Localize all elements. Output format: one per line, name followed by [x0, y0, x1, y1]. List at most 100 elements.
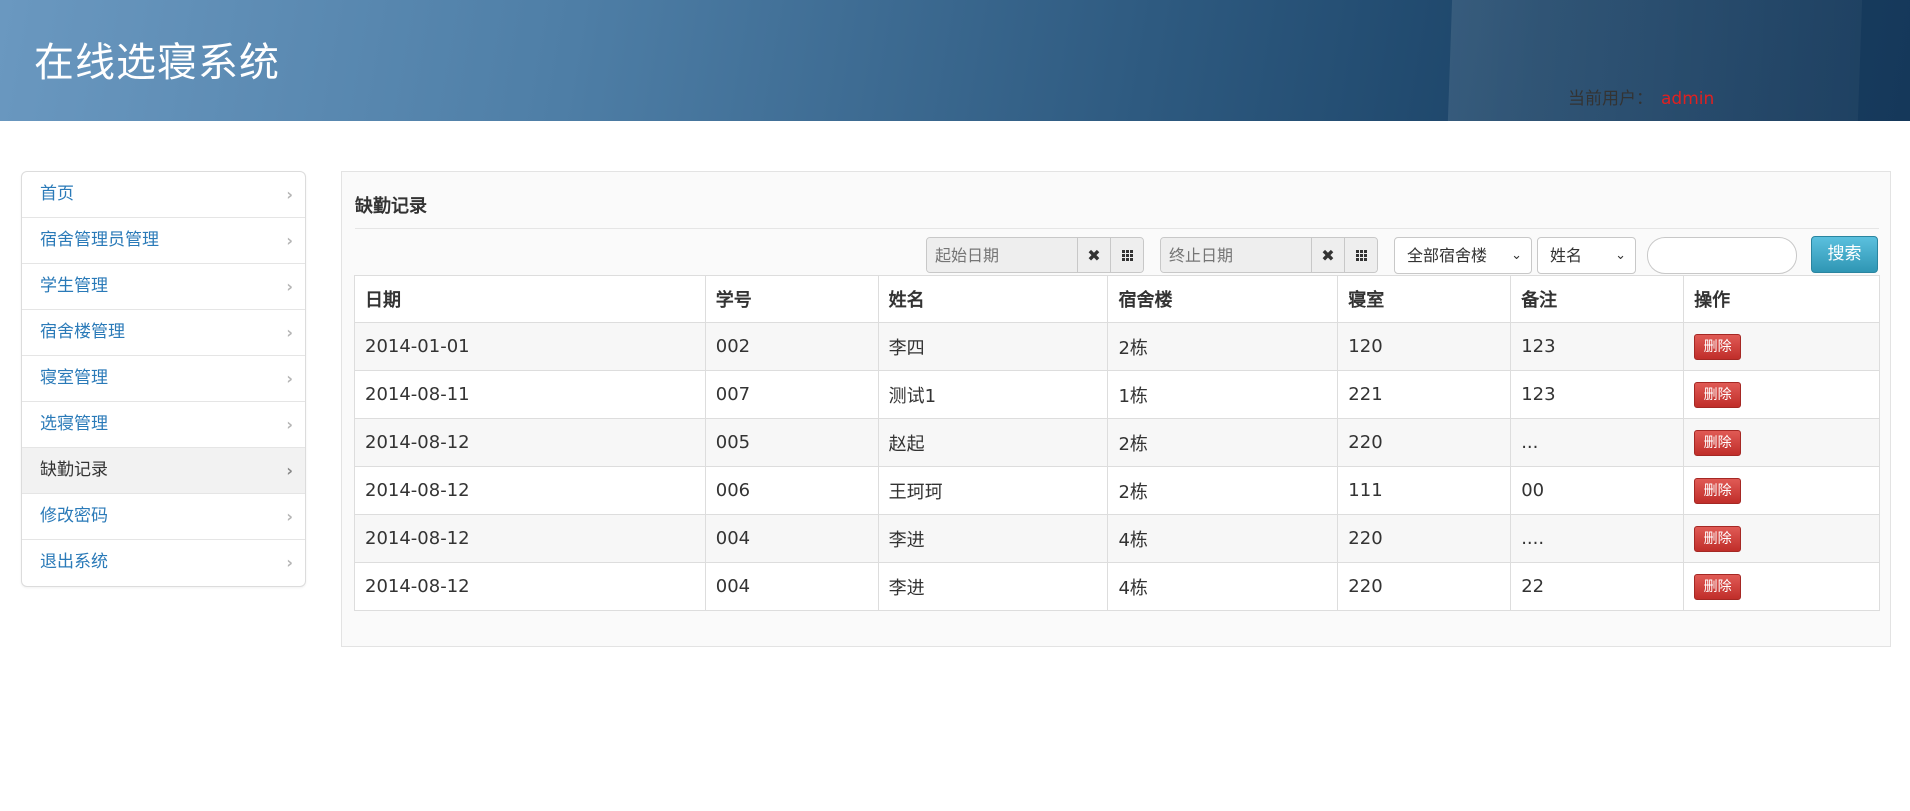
cell-room: 220 [1337, 514, 1511, 563]
sidebar-item-label: 修改密码 [40, 506, 108, 526]
sidebar-item-label: 宿舍管理员管理 [40, 230, 159, 250]
delete-button[interactable]: 删除 [1694, 333, 1742, 360]
cell-student-id: 004 [704, 562, 879, 611]
sidebar-item-home[interactable]: 首页 › [22, 172, 305, 218]
sidebar-item-room-selection[interactable]: 选寝管理 › [22, 402, 305, 448]
sidebar-item-buildings[interactable]: 宿舍楼管理 › [22, 310, 305, 356]
absence-panel: 缺勤记录 ✖ ✖ 全部宿舍楼 ⌄ 姓名 ⌄ 搜索 日期 学号 姓名 宿舍楼 寝室… [341, 171, 1891, 647]
sidebar-item-label: 退出系统 [40, 552, 108, 572]
cell-building: 2栋 [1107, 466, 1338, 515]
sidebar-item-dorm-admin[interactable]: 宿舍管理员管理 › [22, 218, 305, 264]
building-select[interactable]: 全部宿舍楼 ⌄ [1394, 237, 1532, 274]
sidebar-item-label: 缺勤记录 [40, 460, 108, 480]
search-button[interactable]: 搜索 [1811, 236, 1878, 273]
column-header: 日期 [354, 275, 706, 323]
chevron-right-icon: › [286, 415, 293, 434]
current-user-label: 当前用户： [1568, 89, 1653, 109]
table-row: 2014-08-11 007 测试1 1栋 221 123 删除 [354, 370, 1880, 419]
page-title: 缺勤记录 [355, 196, 427, 217]
sidebar-item-absence[interactable]: 缺勤记录 › [22, 448, 305, 494]
cell-date: 2014-01-01 [354, 322, 706, 371]
chevron-down-icon: ⌄ [1615, 248, 1626, 263]
cell-student-id: 002 [704, 322, 879, 371]
clear-icon[interactable]: ✖ [1077, 238, 1110, 272]
cell-action: 删除 [1683, 370, 1880, 419]
cell-building: 4栋 [1107, 514, 1338, 563]
sidebar-nav: 首页 › 宿舍管理员管理 › 学生管理 › 宿舍楼管理 › 寝室管理 › 选寝管理 › 缺勤… [21, 171, 306, 587]
table-row: 2014-08-12 004 李进 4栋 220 .... 删除 [354, 514, 1880, 563]
cell-date: 2014-08-12 [354, 514, 706, 563]
chevron-right-icon: › [286, 185, 293, 204]
sidebar-item-rooms[interactable]: 寝室管理 › [22, 356, 305, 402]
cell-remark: 123 [1510, 370, 1684, 419]
chevron-right-icon: › [286, 277, 293, 296]
cell-building: 4栋 [1107, 562, 1338, 611]
chevron-right-icon: › [286, 231, 293, 250]
column-header: 学号 [704, 275, 879, 323]
cell-room: 120 [1337, 322, 1511, 371]
chevron-right-icon: › [286, 461, 293, 480]
cell-action: 删除 [1683, 418, 1880, 467]
search-input[interactable] [1647, 237, 1797, 274]
current-user: 当前用户： admin [1568, 84, 1714, 109]
cell-date: 2014-08-12 [354, 466, 706, 515]
column-header: 姓名 [877, 275, 1108, 323]
title-divider [355, 228, 1879, 229]
end-date-input[interactable] [1161, 238, 1311, 272]
table-row: 2014-01-01 002 李四 2栋 120 123 删除 [354, 322, 1880, 371]
sidebar-item-label: 宿舍楼管理 [40, 322, 125, 342]
cell-action: 删除 [1683, 466, 1880, 515]
delete-button[interactable]: 删除 [1694, 381, 1742, 408]
building-select-value: 全部宿舍楼 [1407, 246, 1488, 265]
search-field-select[interactable]: 姓名 ⌄ [1537, 237, 1636, 274]
cell-remark: ... [1510, 418, 1684, 467]
cell-name: 赵起 [877, 418, 1108, 467]
cell-name: 王珂珂 [877, 466, 1108, 515]
start-date-input[interactable] [927, 238, 1077, 272]
cell-remark: 123 [1510, 322, 1684, 371]
search-field-select-value: 姓名 [1550, 246, 1583, 265]
table-header-row: 日期 学号 姓名 宿舍楼 寝室 备注 操作 [354, 275, 1880, 323]
cell-action: 删除 [1683, 562, 1880, 611]
sidebar-item-label: 首页 [40, 184, 74, 204]
cell-student-id: 005 [704, 418, 879, 467]
cell-remark: 00 [1510, 466, 1684, 515]
cell-room: 220 [1337, 562, 1511, 611]
chevron-right-icon: › [286, 507, 293, 526]
sidebar-item-label: 选寝管理 [40, 414, 108, 434]
table-row: 2014-08-12 005 赵起 2栋 220 ... 删除 [354, 418, 1880, 467]
clear-icon[interactable]: ✖ [1311, 238, 1344, 272]
column-header: 备注 [1510, 275, 1684, 323]
table-row: 2014-08-12 006 王珂珂 2栋 111 00 删除 [354, 466, 1880, 515]
table-row: 2014-08-12 004 李进 4栋 220 22 删除 [354, 562, 1880, 611]
sidebar-item-logout[interactable]: 退出系统 › [22, 540, 305, 586]
current-username[interactable]: admin [1661, 89, 1714, 109]
cell-name: 李进 [877, 562, 1108, 611]
absence-table: 日期 学号 姓名 宿舍楼 寝室 备注 操作 2014-01-01 002 李四 … [354, 275, 1880, 611]
delete-button[interactable]: 删除 [1694, 477, 1742, 504]
calendar-grid-icon[interactable] [1344, 238, 1377, 272]
app-header: 在线选寝系统 当前用户： admin [0, 0, 1910, 121]
cell-student-id: 007 [704, 370, 879, 419]
chevron-down-icon: ⌄ [1511, 248, 1522, 263]
cell-date: 2014-08-12 [354, 562, 706, 611]
sidebar-item-label: 学生管理 [40, 276, 108, 296]
app-title: 在线选寝系统 [34, 40, 280, 86]
sidebar-item-students[interactable]: 学生管理 › [22, 264, 305, 310]
cell-name: 李四 [877, 322, 1108, 371]
calendar-grid-icon[interactable] [1110, 238, 1143, 272]
column-header: 寝室 [1337, 275, 1511, 323]
cell-action: 删除 [1683, 514, 1880, 563]
delete-button[interactable]: 删除 [1694, 525, 1742, 552]
cell-name: 测试1 [877, 370, 1108, 419]
cell-building: 2栋 [1107, 418, 1338, 467]
column-header: 操作 [1683, 275, 1880, 323]
cell-room: 221 [1337, 370, 1511, 419]
delete-button[interactable]: 删除 [1694, 429, 1742, 456]
sidebar-item-password[interactable]: 修改密码 › [22, 494, 305, 540]
cell-date: 2014-08-12 [354, 418, 706, 467]
cell-building: 1栋 [1107, 370, 1338, 419]
delete-button[interactable]: 删除 [1694, 573, 1742, 600]
cell-room: 111 [1337, 466, 1511, 515]
cell-remark: 22 [1510, 562, 1684, 611]
